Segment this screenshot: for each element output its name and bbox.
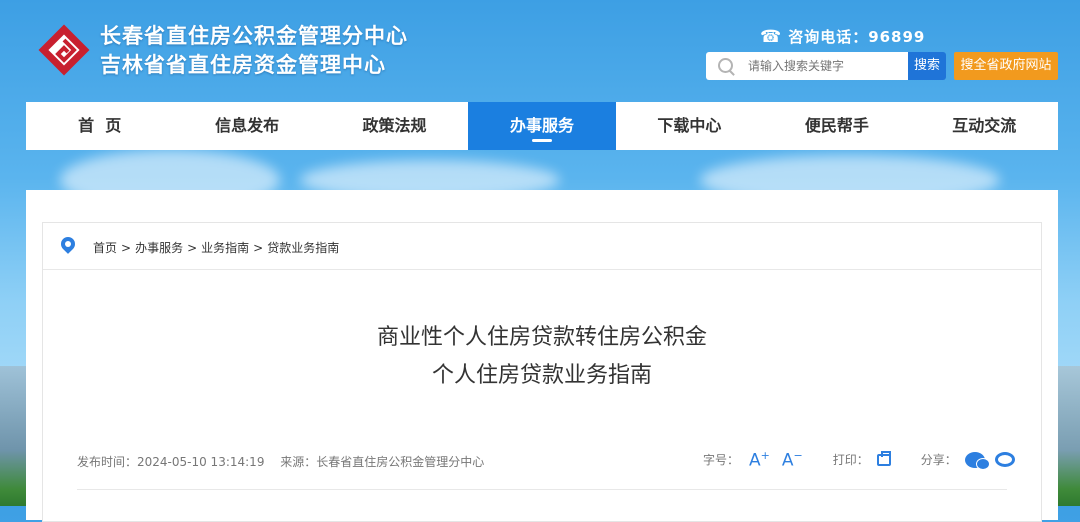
share-label: 分享： bbox=[920, 453, 957, 468]
nav-item-policy[interactable]: 政策法规 bbox=[321, 102, 468, 150]
article-card: 首页 > 办事服务 > 业务指南 > 贷款业务指南 商业性个人住房贷款转住房公积金 个人住房… bbox=[42, 222, 1042, 522]
location-pin-icon bbox=[58, 234, 78, 254]
font-larger-glyph: A bbox=[749, 450, 761, 471]
breadcrumb: 首页 > 办事服务 > 业务指南 > 贷款业务指南 bbox=[43, 223, 1041, 270]
article-source: 来源：长春省直住房公积金管理分中心 bbox=[280, 455, 485, 469]
hotline-text: 咨询电话：96899 bbox=[788, 28, 926, 46]
nav-item-downloads[interactable]: 下载中心 bbox=[616, 102, 763, 150]
publish-time: 发布时间：2024-05-10 13:14:19 bbox=[77, 455, 265, 469]
font-smaller-glyph: A bbox=[781, 450, 794, 471]
breadcrumb-services[interactable]: 办事服务 bbox=[135, 241, 183, 255]
site-title: 长春省直住房公积金管理分中心 吉林省省直住房资金管理中心 bbox=[100, 22, 408, 80]
search-icon bbox=[718, 58, 733, 73]
font-size-label: 字号： bbox=[703, 453, 740, 468]
printer-icon[interactable] bbox=[876, 450, 891, 466]
breadcrumb-loan-guide[interactable]: 贷款业务指南 bbox=[267, 241, 339, 255]
breadcrumb-path: 首页 > 办事服务 > 业务指南 > 贷款业务指南 bbox=[93, 239, 339, 256]
plus-icon: + bbox=[760, 449, 770, 462]
divider bbox=[77, 489, 1007, 490]
article-tools: 字号： A+ A− 打印： 分享： bbox=[703, 449, 1015, 471]
font-larger-button[interactable]: A+ bbox=[749, 449, 770, 471]
nav-item-interaction[interactable]: 互动交流 bbox=[911, 102, 1058, 150]
search-box[interactable] bbox=[706, 52, 908, 80]
search-button[interactable]: 搜索 bbox=[908, 52, 946, 80]
site-title-line2: 吉林省省直住房资金管理中心 bbox=[100, 53, 386, 77]
phone-icon: ☎ bbox=[760, 27, 783, 47]
breadcrumb-guide[interactable]: 业务指南 bbox=[201, 241, 249, 255]
main-nav: 首 页 信息发布 政策法规 办事服务 下载中心 便民帮手 互动交流 bbox=[26, 102, 1058, 150]
article-title-line1: 商业性个人住房贷款转住房公积金 bbox=[376, 325, 707, 350]
article-meta: 发布时间：2024-05-10 13:14:19 来源：长春省直住房公积金管理分… bbox=[77, 453, 496, 470]
background-cityscape bbox=[1056, 366, 1080, 506]
nav-item-news[interactable]: 信息发布 bbox=[173, 102, 320, 150]
nav-item-help[interactable]: 便民帮手 bbox=[763, 102, 910, 150]
breadcrumb-home[interactable]: 首页 bbox=[93, 241, 117, 255]
site-logo[interactable] bbox=[38, 24, 90, 76]
search-input[interactable] bbox=[748, 52, 898, 80]
hotline: ☎ 咨询电话：96899 bbox=[760, 26, 925, 47]
weibo-icon[interactable] bbox=[994, 452, 1015, 468]
article-title-line2: 个人住房贷款业务指南 bbox=[431, 363, 652, 388]
nav-item-services[interactable]: 办事服务 bbox=[468, 102, 616, 150]
breadcrumb-separator: > bbox=[187, 241, 198, 255]
print-label: 打印： bbox=[832, 453, 869, 468]
site-title-line1: 长春省直住房公积金管理分中心 bbox=[100, 24, 408, 48]
wechat-icon[interactable] bbox=[964, 451, 990, 470]
nav-item-home[interactable]: 首 页 bbox=[26, 102, 173, 150]
font-smaller-button[interactable]: A− bbox=[782, 449, 803, 471]
province-search-button[interactable]: 搜全省政府网站 bbox=[954, 52, 1058, 80]
breadcrumb-separator: > bbox=[121, 241, 132, 255]
breadcrumb-separator: > bbox=[253, 241, 264, 255]
minus-icon: − bbox=[793, 449, 803, 462]
